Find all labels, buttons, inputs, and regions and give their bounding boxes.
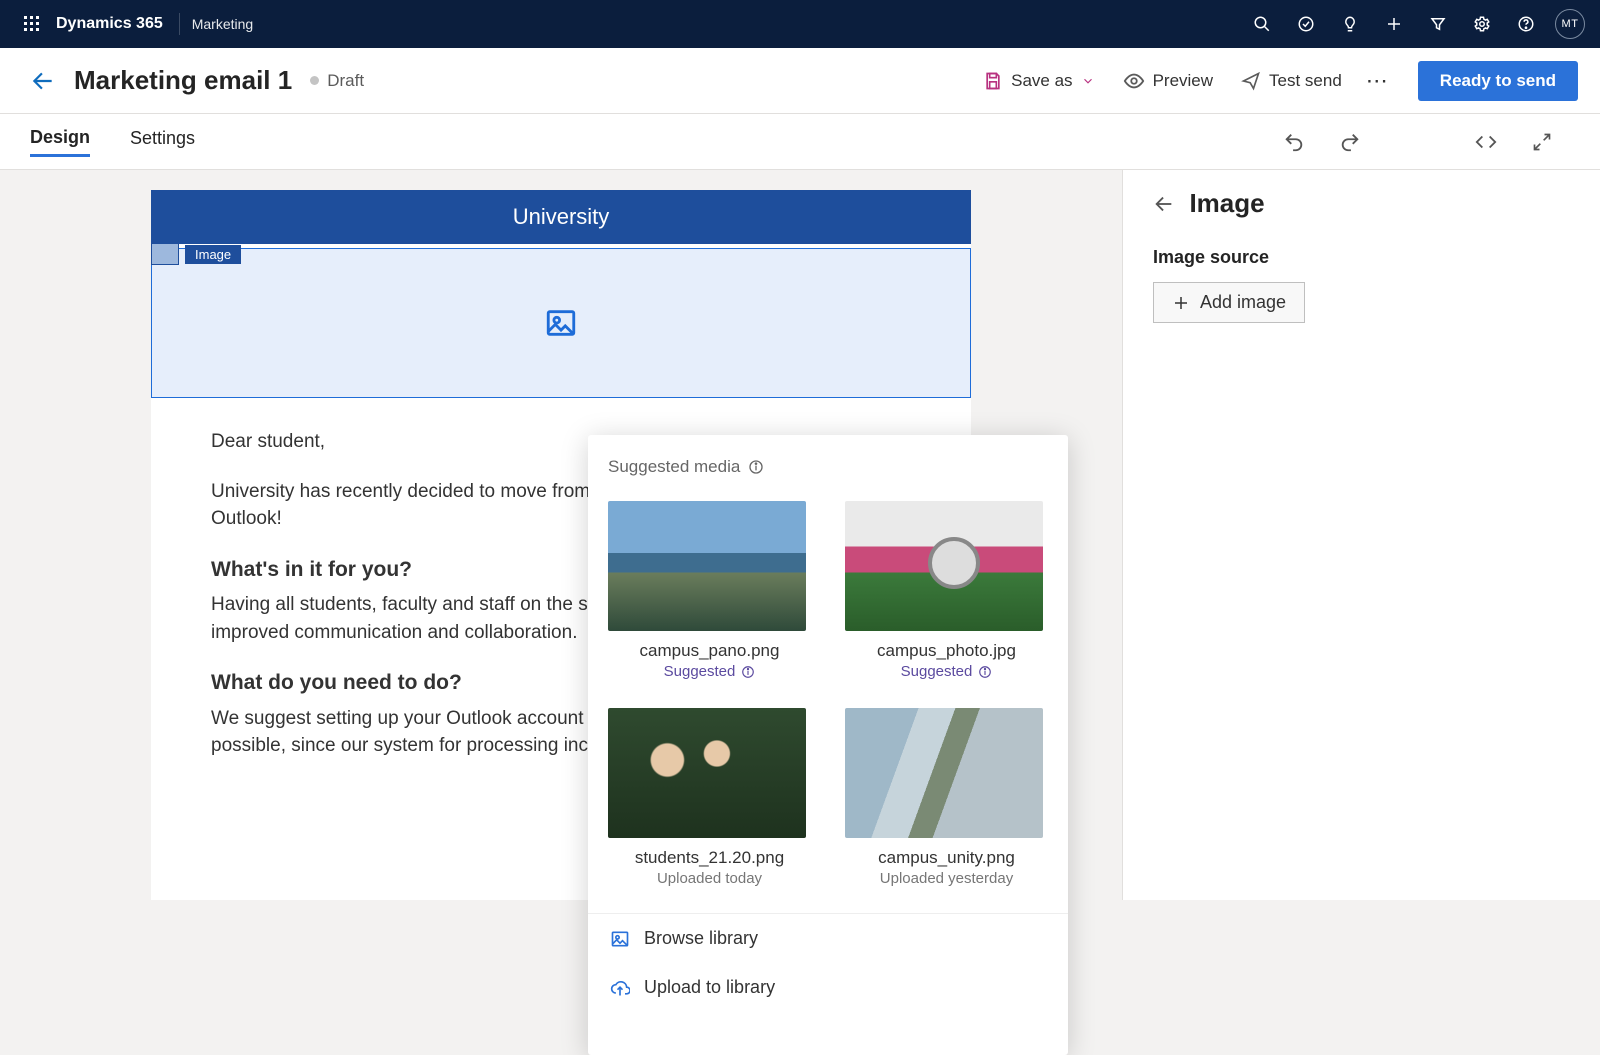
lightbulb-icon[interactable]	[1328, 0, 1372, 48]
media-filename: students_21.20.png	[608, 848, 811, 868]
expand-icon[interactable]	[1514, 132, 1570, 152]
media-item[interactable]: campus_photo.jpg Suggested	[845, 501, 1048, 680]
redo-icon[interactable]	[1322, 131, 1378, 153]
properties-panel: Image Image source Add image	[1122, 170, 1600, 900]
media-thumbnail	[608, 501, 806, 631]
media-filename: campus_pano.png	[608, 641, 811, 661]
status-label: Draft	[327, 71, 364, 91]
image-placeholder[interactable]	[151, 248, 971, 398]
image-icon	[544, 306, 578, 340]
avatar[interactable]: MT	[1548, 0, 1592, 48]
save-as-button[interactable]: Save as	[983, 71, 1094, 91]
brand-label[interactable]: Dynamics 365	[56, 15, 163, 33]
media-meta: Uploaded today	[608, 870, 811, 887]
test-send-label: Test send	[1269, 71, 1342, 91]
upload-to-library-button[interactable]: Upload to library	[588, 963, 1068, 1012]
preview-button[interactable]: Preview	[1123, 70, 1213, 92]
media-thumbnail	[845, 708, 1043, 838]
block-type-label: Image	[185, 245, 241, 264]
command-bar: Marketing email 1 Draft Save as Preview …	[0, 48, 1600, 114]
back-icon[interactable]	[30, 68, 56, 94]
upload-icon	[610, 978, 630, 998]
code-view-icon[interactable]	[1458, 131, 1514, 153]
ready-to-send-button[interactable]: Ready to send	[1418, 61, 1578, 101]
tabs-row: Design Settings	[0, 114, 1600, 170]
add-image-label: Add image	[1200, 292, 1286, 313]
chevron-down-icon	[1081, 74, 1095, 88]
block-selection-tag: Image	[151, 243, 241, 265]
block-handle-icon[interactable]	[151, 243, 179, 265]
popover-title: Suggested media	[608, 457, 1048, 477]
preview-label: Preview	[1153, 71, 1213, 91]
panel-title: Image	[1189, 188, 1264, 218]
save-as-label: Save as	[1011, 71, 1072, 91]
info-icon[interactable]	[748, 459, 764, 475]
more-actions-icon[interactable]: ⋯	[1356, 68, 1400, 94]
media-filename: campus_photo.jpg	[845, 641, 1048, 661]
test-send-button[interactable]: Test send	[1241, 71, 1342, 91]
image-block[interactable]: Image	[151, 244, 971, 398]
email-hero[interactable]: University	[151, 190, 971, 244]
page-title: Marketing email 1	[74, 65, 292, 96]
add-icon[interactable]	[1372, 0, 1416, 48]
media-item[interactable]: campus_pano.png Suggested	[608, 501, 811, 680]
image-source-label: Image source	[1153, 247, 1570, 268]
upload-to-library-label: Upload to library	[644, 977, 775, 998]
popover-footer: Browse library Upload to library	[588, 913, 1068, 1012]
tab-settings[interactable]: Settings	[130, 128, 195, 155]
plus-icon	[1172, 294, 1190, 312]
help-icon[interactable]	[1504, 0, 1548, 48]
undo-icon[interactable]	[1266, 131, 1322, 153]
tab-design[interactable]: Design	[30, 127, 90, 157]
task-icon[interactable]	[1284, 0, 1328, 48]
panel-back-icon[interactable]	[1153, 193, 1175, 215]
search-icon[interactable]	[1240, 0, 1284, 48]
info-icon[interactable]	[978, 665, 992, 679]
browse-library-label: Browse library	[644, 928, 758, 949]
nav-divider	[179, 13, 180, 35]
app-name[interactable]: Marketing	[192, 16, 253, 32]
hero-title: University	[513, 204, 610, 230]
media-thumbnail	[608, 708, 806, 838]
status-dot-icon	[310, 76, 319, 85]
media-grid: campus_pano.png Suggested campus_photo.j…	[608, 501, 1048, 887]
gear-icon[interactable]	[1460, 0, 1504, 48]
add-image-button[interactable]: Add image	[1153, 282, 1305, 323]
media-filename: campus_unity.png	[845, 848, 1048, 868]
info-icon[interactable]	[741, 665, 755, 679]
library-icon	[610, 929, 630, 949]
filter-icon[interactable]	[1416, 0, 1460, 48]
media-meta: Suggested	[845, 663, 1048, 680]
media-thumbnail	[845, 501, 1043, 631]
media-item[interactable]: students_21.20.png Uploaded today	[608, 708, 811, 887]
media-meta: Suggested	[608, 663, 811, 680]
popover-title-text: Suggested media	[608, 457, 740, 477]
browse-library-button[interactable]: Browse library	[588, 914, 1068, 963]
top-nav: Dynamics 365 Marketing MT	[0, 0, 1600, 48]
app-launcher-icon[interactable]	[8, 16, 56, 32]
media-meta: Uploaded yesterday	[845, 870, 1048, 887]
media-item[interactable]: campus_unity.png Uploaded yesterday	[845, 708, 1048, 887]
suggested-media-popover: Suggested media campus_pano.png Suggeste…	[588, 435, 1068, 1055]
